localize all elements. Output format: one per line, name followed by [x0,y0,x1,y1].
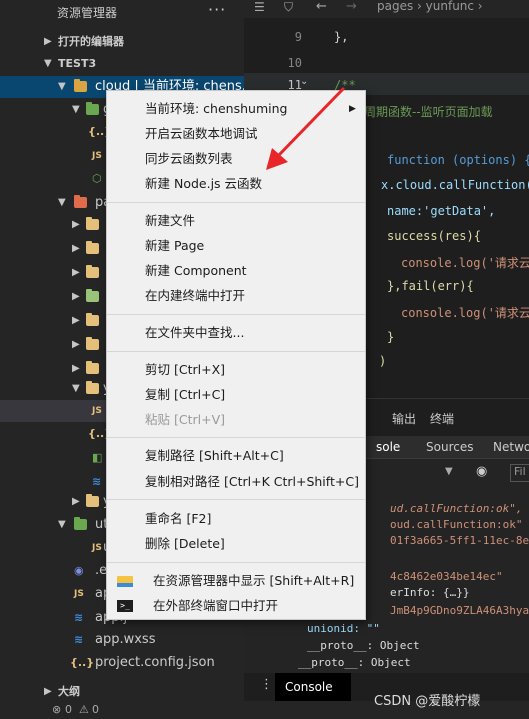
arrow-head [266,148,288,170]
annotation-arrow [266,87,345,170]
arrow-shaft [276,87,345,158]
